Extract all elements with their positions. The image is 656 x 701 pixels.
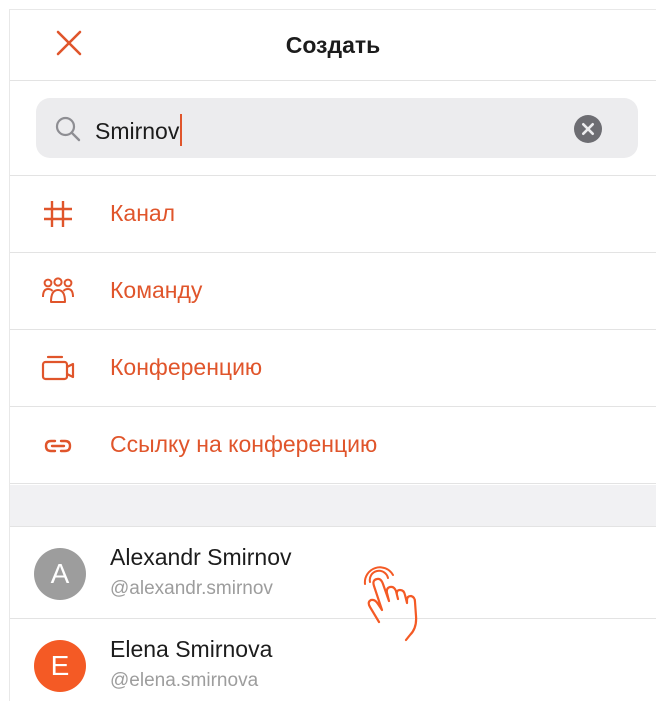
page-title: Создать xyxy=(285,32,381,58)
link-icon xyxy=(44,439,72,453)
team-icon xyxy=(42,277,74,303)
menu-item-label: Команду xyxy=(110,277,203,303)
clear-search-button[interactable] xyxy=(574,115,602,143)
search-value: Smirnov xyxy=(95,118,180,144)
create-screen: Создать Smirnov Канал Команду Конференци… xyxy=(10,10,656,701)
avatar: E xyxy=(34,640,86,692)
create-conference-item[interactable]: Конференцию xyxy=(10,330,656,407)
search-input[interactable]: Smirnov xyxy=(95,114,183,146)
create-options: Канал Команду Конференцию Ссылку на конф… xyxy=(10,176,656,484)
search-icon xyxy=(55,116,81,142)
contact-handle: @alexandr.smirnov xyxy=(110,578,273,599)
avatar: A xyxy=(34,548,86,600)
section-divider xyxy=(10,485,656,527)
menu-item-label: Канал xyxy=(110,200,176,226)
header: Создать xyxy=(10,10,656,81)
create-team-item[interactable]: Команду xyxy=(10,253,656,330)
menu-item-label: Ссылку на конференцию xyxy=(110,431,378,457)
contact-results: A Alexandr Smirnov @alexandr.smirnov E E… xyxy=(10,527,656,701)
search-field[interactable]: Smirnov xyxy=(36,98,638,158)
text-caret xyxy=(180,114,183,146)
contact-handle: @elena.smirnova xyxy=(110,670,259,691)
contact-row[interactable]: E Elena Smirnova @elena.smirnova xyxy=(10,619,656,701)
menu-item-label: Конференцию xyxy=(110,354,263,380)
contact-row[interactable]: A Alexandr Smirnov @alexandr.smirnov xyxy=(10,527,656,619)
hash-icon xyxy=(44,201,72,227)
create-conference-link-item[interactable]: Ссылку на конференцию xyxy=(10,407,656,484)
contact-name: Elena Smirnova xyxy=(110,636,273,662)
search-section: Smirnov xyxy=(10,81,656,176)
contact-name: Alexandr Smirnov xyxy=(110,544,292,570)
create-channel-item[interactable]: Канал xyxy=(10,176,656,253)
video-camera-icon xyxy=(41,355,75,381)
clear-icon xyxy=(574,115,602,143)
